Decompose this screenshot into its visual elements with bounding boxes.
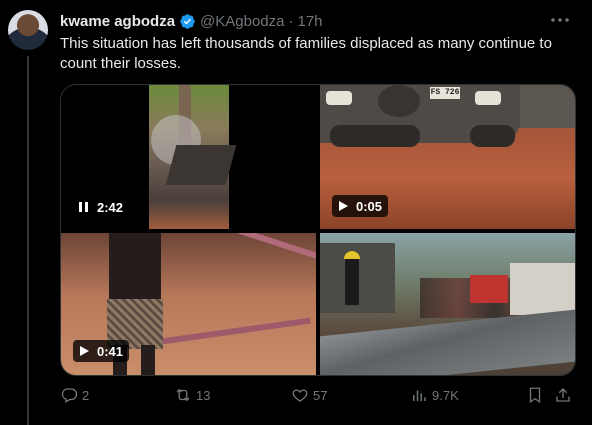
- avatar[interactable]: [8, 10, 48, 50]
- video-tile-3[interactable]: 0:41: [61, 233, 316, 375]
- verified-icon: [180, 13, 195, 29]
- pause-icon[interactable]: [77, 200, 91, 214]
- bookmark-button[interactable]: [526, 386, 548, 404]
- number-plate: FS 726: [430, 87, 460, 99]
- share-button[interactable]: [554, 386, 576, 404]
- like-icon: [292, 389, 308, 402]
- share-icon: [556, 388, 570, 402]
- duration-badge: 0:41: [73, 340, 130, 362]
- firefighter: [345, 255, 359, 305]
- play-icon[interactable]: [77, 344, 91, 358]
- repost-count: 13: [196, 387, 211, 403]
- like-button[interactable]: 57: [291, 386, 327, 404]
- thread-line: [27, 56, 29, 425]
- duration-badge: 2:42: [73, 196, 130, 218]
- video-duration: 0:41: [97, 343, 124, 359]
- video-tile-2[interactable]: FS 726 0:05: [320, 85, 575, 229]
- vehicle-tyre: [470, 125, 515, 147]
- video-tile-1[interactable]: 2:42: [61, 85, 316, 229]
- person-figure: [109, 233, 161, 303]
- tweet-text: This situation has left thousands of fam…: [60, 35, 552, 72]
- bookmark-icon: [529, 387, 541, 404]
- repost-icon: [176, 388, 190, 402]
- separator-dot: ·: [288, 12, 294, 30]
- author-handle[interactable]: @KAgbodza: [200, 13, 284, 30]
- reply-icon: [61, 388, 78, 403]
- fire-hose: [161, 317, 311, 345]
- person-leg: [141, 345, 155, 375]
- vehicle-tyre: [330, 125, 420, 147]
- like-count: 57: [313, 387, 328, 403]
- building: [510, 263, 575, 315]
- duration-badge: 0:05: [332, 195, 389, 217]
- views-count: 9.7K: [432, 387, 459, 403]
- more-icon[interactable]: [548, 8, 572, 32]
- vehicle-lamp: [326, 91, 352, 105]
- views-icon: [413, 390, 426, 401]
- views-button[interactable]: 9.7K: [410, 386, 459, 404]
- repost-button[interactable]: 13: [174, 386, 210, 404]
- reply-button[interactable]: 2: [60, 386, 89, 404]
- fire-truck: [470, 275, 508, 303]
- author-name[interactable]: kwame agbodza: [60, 13, 175, 30]
- play-icon[interactable]: [336, 199, 350, 213]
- video-duration: 0:05: [356, 198, 383, 214]
- tweet-time[interactable]: 17h: [298, 13, 323, 30]
- collapsed-roof: [320, 309, 575, 375]
- rubble: [165, 145, 237, 185]
- image-tile-4[interactable]: [320, 233, 575, 375]
- action-bar: 2 13 57 9.7K: [60, 386, 572, 406]
- fire-hose: [213, 233, 316, 263]
- vehicle-lamp: [475, 91, 501, 105]
- reply-count: 2: [82, 387, 90, 403]
- spare-tyre: [378, 85, 420, 117]
- tweet-header: kwame agbodza @KAgbodza · 17h: [60, 11, 572, 31]
- video-duration: 2:42: [97, 199, 124, 215]
- media-grid: 2:42 FS 726 0:05 0:41: [60, 84, 576, 376]
